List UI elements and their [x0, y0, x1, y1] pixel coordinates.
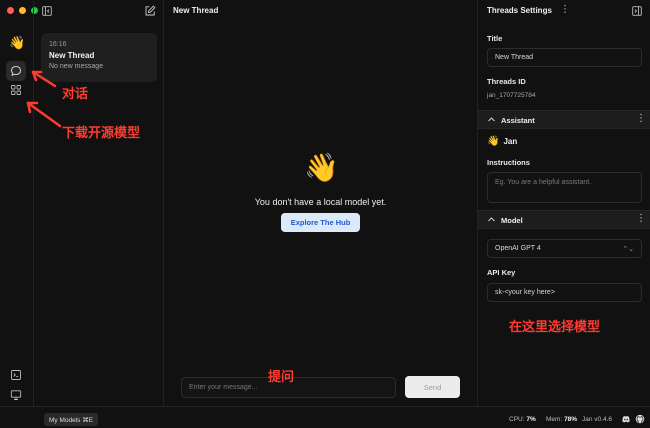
annotation-ask: 提问 [268, 370, 295, 385]
discord-icon[interactable] [621, 414, 631, 424]
my-models-button[interactable]: My Models ⌘E [44, 413, 99, 426]
rail-hub-button[interactable] [6, 80, 26, 100]
annotation-select-model: 在这里选择模型 [509, 320, 601, 335]
thread-list-panel: 16:16 New Thread No new message [34, 0, 164, 406]
assistant-menu-icon[interactable]: ⋮ [636, 113, 646, 124]
thread-time: 16:16 [49, 41, 67, 48]
status-bar: My Models ⌘E CPU: 7% Mem: 78% Jan v0.4.6 [0, 406, 650, 428]
api-key-field[interactable]: sk-<your key here> [487, 283, 642, 302]
assistant-section-header[interactable]: Assistant ⋮ [478, 110, 650, 129]
annotation-download: 下载开源模型 [62, 126, 141, 141]
assistant-avatar-icon: 👋 [487, 136, 500, 147]
explore-hub-button[interactable]: Explore The Hub [281, 213, 360, 232]
settings-header: Threads Settings [487, 6, 552, 15]
model-section-title: Model [501, 216, 523, 225]
cpu-value: 7% [526, 416, 536, 423]
model-select[interactable]: OpenAI GPT 4 ⌃⌄ [487, 239, 642, 258]
grid-icon [11, 85, 21, 95]
monitor-icon[interactable] [10, 389, 22, 401]
github-icon[interactable] [635, 414, 645, 424]
thread-item[interactable]: 16:16 New Thread No new message [41, 33, 157, 82]
more-options-icon[interactable]: ⋮ [560, 4, 570, 15]
instructions-field[interactable]: Eg. You are a helpful assistant. [487, 172, 642, 203]
send-button[interactable]: Send [405, 376, 460, 398]
cpu-usage: CPU: 7% [509, 416, 536, 423]
rail-chat-button[interactable] [6, 61, 26, 81]
assistant-section-title: Assistant [501, 116, 535, 125]
chevron-up-icon [488, 117, 495, 122]
new-thread-edit-icon[interactable] [144, 5, 156, 17]
thread-settings-panel: Threads Settings ⋮ Title New Thread Thre… [477, 0, 650, 406]
thread-id-value: jan_1707725784 [487, 92, 536, 99]
mem-usage: Mem: 78% [546, 416, 577, 423]
collapse-sidebar-icon[interactable] [42, 6, 52, 16]
assistant-name: Jan [503, 137, 518, 146]
mem-value: 78% [564, 416, 578, 423]
chevron-up-icon [488, 217, 495, 222]
select-chevron-icon: ⌃⌄ [622, 246, 634, 253]
model-section-header[interactable]: Model ⋮ [478, 210, 650, 229]
model-menu-icon[interactable]: ⋮ [636, 213, 646, 224]
thread-id-label: Threads ID [487, 77, 526, 86]
empty-state-text: You don't have a local model yet. [254, 197, 387, 207]
api-key-label: API Key [487, 268, 516, 277]
collapse-settings-icon[interactable] [632, 6, 642, 16]
cpu-label: CPU: [509, 416, 525, 423]
left-rail: 👋 [0, 0, 34, 419]
model-select-value: OpenAI GPT 4 [495, 245, 541, 252]
jan-logo-icon: 👋 [9, 35, 26, 50]
thread-title: New Thread [49, 51, 95, 60]
annotation-chat: 对话 [62, 87, 89, 102]
chat-bubble-icon [10, 65, 22, 77]
app-version: Jan v0.4.6 [582, 416, 612, 423]
assistant-name-row: 👋 Jan [487, 136, 517, 147]
instructions-label: Instructions [487, 158, 530, 167]
thread-preview: No new message [49, 63, 104, 70]
mem-label: Mem: [546, 416, 563, 423]
app-window: 👋 16:16 New Thread No new message New Th… [0, 0, 650, 428]
chat-main: New Thread 👋 You don't have a local mode… [164, 0, 477, 406]
terminal-icon[interactable] [10, 369, 22, 381]
thread-header-title: New Thread [173, 6, 219, 15]
waving-hand-icon: 👋 [304, 152, 339, 183]
title-label: Title [487, 34, 503, 43]
title-field[interactable]: New Thread [487, 48, 642, 67]
